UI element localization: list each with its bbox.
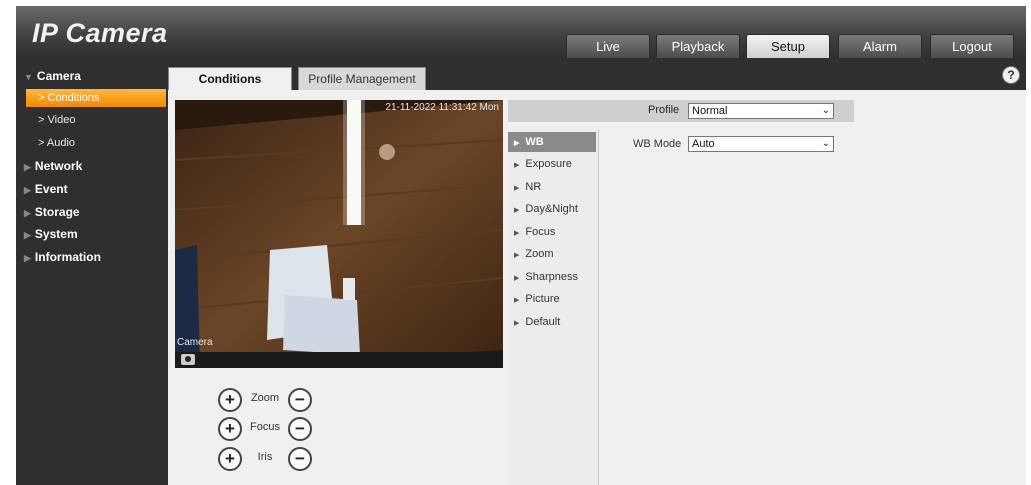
menu-item-focus[interactable]: ▶ Focus (508, 222, 596, 242)
video-timestamp: 21-11-2022 11:31:42 Mon (385, 102, 499, 113)
sidebar: ▼ Camera > Conditions > Video > Audio ▶ Ne… (16, 60, 168, 485)
iris-label: Iris (257, 451, 273, 463)
menu-item-day-night[interactable]: ▶ Day&Night (508, 199, 596, 219)
menu-item-zoom[interactable]: ▶ Zoom (508, 244, 596, 264)
menu-item-label: Picture (525, 293, 560, 305)
sidebar-item-system[interactable]: ▶ System (16, 224, 168, 244)
zoom-label: Zoom (250, 392, 280, 404)
triangle-right-icon: ▶ (514, 275, 520, 282)
menu-item-picture[interactable]: ▶ Picture (508, 289, 596, 309)
sidebar-item-label: Network (34, 159, 83, 173)
chevron-down-icon: ⌄ (821, 105, 830, 116)
menu-item-exposure[interactable]: ▶ Exposure (508, 154, 596, 174)
chevron-right-icon: > (38, 137, 45, 149)
collapsed-arrow-icon: ▶ (24, 185, 31, 195)
menu-item-label: WB (525, 136, 544, 148)
help-icon[interactable]: ? (1002, 66, 1020, 84)
sidebar-sub-label: Conditions (47, 92, 100, 104)
menu-item-label: Day&Night (525, 203, 578, 215)
tab-conditions[interactable]: Conditions (168, 67, 292, 90)
iris-close-button[interactable]: − (288, 447, 312, 471)
profile-select-value: Normal (692, 105, 728, 117)
sidebar-sub-label: Video (47, 114, 76, 126)
triangle-right-icon: ▶ (514, 320, 520, 327)
menu-item-default[interactable]: ▶ Default (508, 312, 596, 332)
sidebar-item-network[interactable]: ▶ Network (16, 156, 168, 176)
sidebar-item-information[interactable]: ▶ Information (16, 247, 168, 267)
menu-item-label: Default (525, 316, 561, 328)
header: IP Camera Live Playback Setup Alarm Logo… (16, 6, 1026, 60)
sidebar-item-label: Storage (34, 205, 80, 219)
video-channel-label: Camera (177, 337, 213, 348)
wb-mode-select[interactable]: Auto ⌄ (688, 136, 834, 152)
chevron-down-icon: ⌄ (821, 138, 830, 149)
wb-mode-select-value: Auto (692, 138, 715, 150)
menu-item-nr[interactable]: ▶ NR (508, 177, 596, 197)
collapsed-arrow-icon: ▶ (24, 230, 31, 240)
triangle-right-icon: ▶ (514, 297, 520, 304)
menu-item-label: Zoom (525, 248, 554, 260)
tab-alarm[interactable]: Alarm (838, 34, 922, 58)
sidebar-sub-label: Audio (46, 137, 76, 149)
chevron-right-icon: > (38, 114, 45, 126)
zoom-out-button[interactable]: − (288, 388, 312, 412)
main-panel: Conditions Profile Management ? 21-11-20… (168, 60, 1026, 485)
sidebar-item-label: Event (34, 182, 68, 196)
menu-item-label: Exposure (525, 158, 572, 170)
collapsed-arrow-icon: ▶ (24, 253, 31, 263)
triangle-right-icon: ▶ (514, 252, 520, 259)
triangle-right-icon: ▶ (514, 207, 520, 214)
video-preview[interactable]: 21-11-2022 11:31:42 Mon Camera (175, 100, 503, 368)
wb-mode-label: WB Mode (633, 138, 682, 150)
subtab-bar: Conditions Profile Management ? (168, 60, 1026, 90)
app-logo: IP Camera (32, 18, 168, 48)
sidebar-sub-video[interactable]: > Video (26, 111, 166, 129)
sidebar-item-label: Information (34, 250, 101, 264)
focus-label: Focus (250, 421, 280, 433)
menu-item-sharpness[interactable]: ▶ Sharpness (508, 267, 596, 287)
menu-item-label: NR (525, 181, 542, 193)
triangle-right-icon: ▶ (514, 185, 520, 192)
zoom-in-button[interactable]: + (218, 388, 242, 412)
tab-logout[interactable]: Logout (930, 34, 1014, 58)
triangle-right-icon: ▶ (514, 230, 520, 237)
sidebar-sub-audio[interactable]: > Audio (26, 134, 166, 152)
sidebar-item-event[interactable]: ▶ Event (16, 179, 168, 199)
settings-menu: ▶ WB ▶ Exposure ▶ NR ▶ Day&Night ▶ Focus ▶ Zoo… (508, 130, 599, 485)
menu-item-wb[interactable]: ▶ WB (508, 132, 596, 152)
tab-setup[interactable]: Setup (746, 34, 830, 58)
sidebar-item-camera[interactable]: ▼ Camera (16, 66, 168, 86)
profile-bar: Profile Normal ⌄ (508, 100, 854, 122)
sidebar-item-storage[interactable]: ▶ Storage (16, 202, 168, 222)
profile-label: Profile (648, 104, 680, 116)
focus-in-button[interactable]: + (218, 417, 242, 441)
sidebar-item-label: System (34, 227, 78, 241)
video-toolbar (175, 352, 503, 368)
triangle-right-icon: ▶ (514, 162, 520, 169)
tab-playback[interactable]: Playback (656, 34, 740, 58)
tab-profile-management[interactable]: Profile Management (298, 67, 426, 90)
snapshot-camera-icon[interactable] (181, 354, 195, 365)
camera-feed-image (175, 100, 503, 368)
iris-open-button[interactable]: + (218, 447, 242, 471)
sidebar-sub-conditions[interactable]: > Conditions (26, 89, 166, 107)
chevron-right-icon: > (38, 92, 45, 104)
collapsed-arrow-icon: ▶ (24, 162, 31, 172)
menu-item-label: Sharpness (525, 271, 578, 283)
sidebar-item-label: Camera (36, 69, 81, 83)
collapsed-arrow-icon: ▶ (24, 208, 31, 218)
triangle-right-icon: ▶ (514, 140, 520, 147)
focus-out-button[interactable]: − (288, 417, 312, 441)
menu-item-label: Focus (525, 226, 556, 238)
expanded-arrow-icon: ▼ (24, 72, 33, 82)
tab-live[interactable]: Live (566, 34, 650, 58)
profile-select[interactable]: Normal ⌄ (688, 103, 834, 119)
